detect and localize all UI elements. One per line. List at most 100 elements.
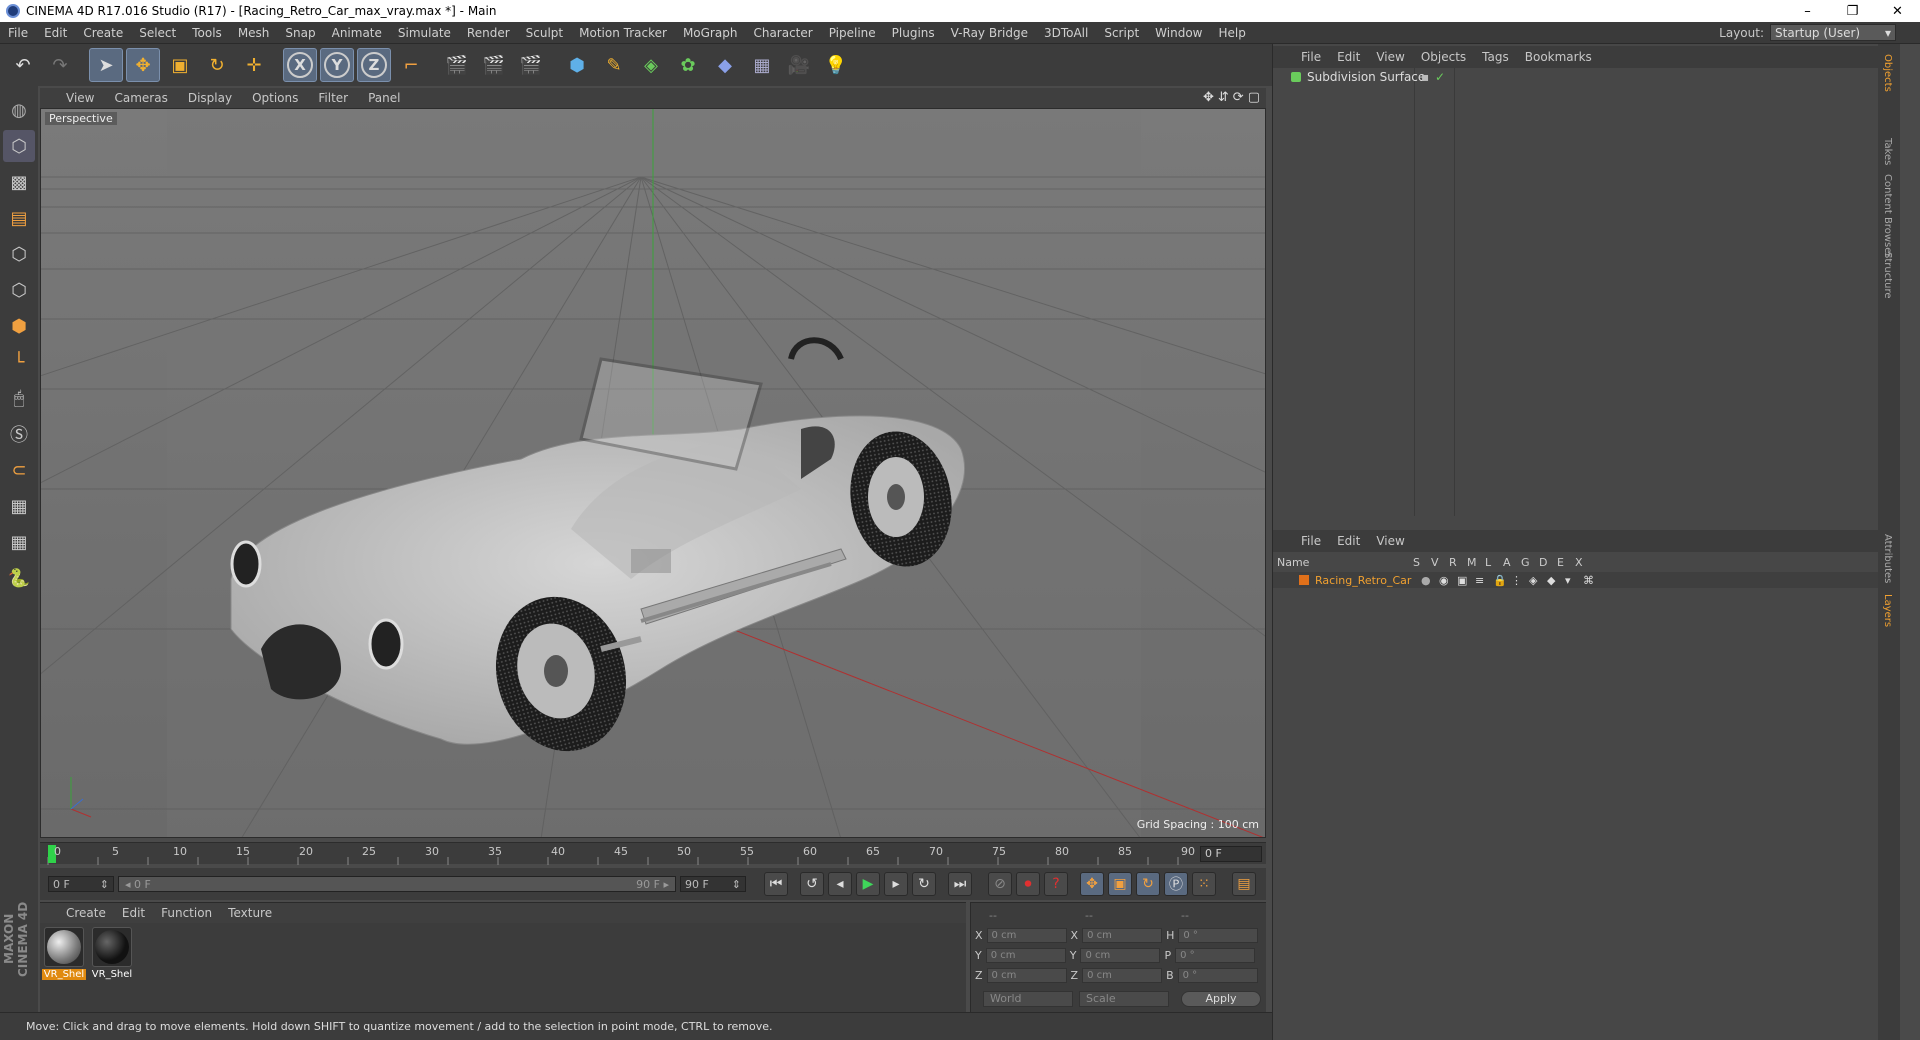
goto-start-button[interactable]: ⏮	[764, 872, 788, 896]
toggle-view-icon[interactable]: ▢	[1248, 90, 1260, 105]
tab-attributes[interactable]: Attributes	[1882, 534, 1893, 583]
tab-content-browser[interactable]: Content Browser	[1882, 174, 1893, 257]
y-axis-lock-button[interactable]: Y	[320, 48, 354, 82]
objects-menu-view[interactable]: View	[1368, 50, 1412, 64]
python-button[interactable]: 🐍	[3, 562, 35, 594]
pos-z-field[interactable]: 0 cm	[986, 967, 1067, 983]
menu-character[interactable]: Character	[745, 26, 820, 40]
restore-button[interactable]: ❐	[1830, 0, 1875, 22]
layers-menu-edit[interactable]: Edit	[1329, 534, 1368, 548]
autokey-button[interactable]: ?	[1044, 872, 1068, 896]
expression-icon[interactable]: ▾	[1565, 574, 1583, 587]
layers-menu-view[interactable]: View	[1368, 534, 1412, 548]
live-selection-button[interactable]: ➤	[89, 48, 123, 82]
viewport-menu-panel[interactable]: Panel	[358, 91, 410, 105]
viewport-menu-view[interactable]: View	[56, 91, 104, 105]
menu-mograph[interactable]: MoGraph	[675, 26, 746, 40]
layer-row-racing-retro-car[interactable]: Racing_Retro_Car ● ◉ ▣ ≡ 🔒 ⋮ ◈ ◆ ▾ ⌘	[1273, 572, 1899, 588]
menu-edit[interactable]: Edit	[36, 26, 75, 40]
prev-key-button[interactable]: ↺	[800, 872, 824, 896]
next-frame-button[interactable]: ▸	[884, 872, 908, 896]
deformer-icon[interactable]: ◆	[1547, 574, 1565, 587]
rot-p-field[interactable]: 0 °	[1175, 947, 1256, 963]
make-editable-button[interactable]: ◍	[3, 94, 35, 126]
menu-mesh[interactable]: Mesh	[230, 26, 278, 40]
goto-end-button[interactable]: ⏭	[948, 872, 972, 896]
add-floor-button[interactable]: ▦	[745, 48, 779, 82]
model-mode-button[interactable]: ⬡	[3, 130, 35, 162]
start-frame-field[interactable]: 0 F ⇕	[48, 876, 114, 892]
menu-select[interactable]: Select	[131, 26, 184, 40]
scale-tool-button[interactable]: ▣	[163, 48, 197, 82]
material-item[interactable]: VR_Shel	[41, 927, 87, 980]
visibility-dots-icon[interactable]: ▪	[1421, 70, 1429, 84]
tab-layers[interactable]: Layers	[1882, 594, 1893, 627]
pan-view-icon[interactable]: ✥	[1203, 90, 1214, 105]
objects-menu-bookmarks[interactable]: Bookmarks	[1517, 50, 1600, 64]
edges-mode-button[interactable]: ⬡	[3, 274, 35, 306]
polygons-mode-button[interactable]: ⬢	[3, 310, 35, 342]
camera-label[interactable]: Perspective	[45, 112, 117, 125]
tab-takes[interactable]: Takes	[1882, 138, 1893, 165]
solo-dot-icon[interactable]: ●	[1421, 574, 1439, 587]
magnet-button[interactable]: ⊂	[3, 454, 35, 486]
prev-frame-button[interactable]: ◂	[828, 872, 852, 896]
timeline-button[interactable]: ▤	[1232, 872, 1256, 896]
undo-button[interactable]: ↶	[6, 48, 40, 82]
add-cube-button[interactable]: ⬢	[560, 48, 594, 82]
rot-b-field[interactable]: 0 °	[1177, 967, 1258, 983]
object-row-subdivision-surface[interactable]: Subdivision Surface ▪ ✓	[1275, 68, 1901, 86]
menu-snap[interactable]: Snap	[277, 26, 323, 40]
snap-button[interactable]: Ⓢ	[3, 418, 35, 450]
material-menu-create[interactable]: Create	[58, 906, 114, 920]
lock-workplane-button[interactable]: ▦	[3, 490, 35, 522]
menu-pipeline[interactable]: Pipeline	[821, 26, 884, 40]
objects-menu-file[interactable]: File	[1293, 50, 1329, 64]
render-view-button[interactable]: 🎬	[440, 48, 474, 82]
planar-workplane-button[interactable]: ▦	[3, 526, 35, 558]
tab-structure[interactable]: Structure	[1882, 252, 1893, 299]
pos-x-field[interactable]: 0 cm	[986, 927, 1067, 943]
close-button[interactable]: ✕	[1875, 0, 1920, 22]
material-item[interactable]: VR_Shel	[90, 927, 134, 980]
rot-h-field[interactable]: 0 °	[1178, 927, 1259, 943]
redo-button[interactable]: ↷	[43, 48, 77, 82]
key-position-button[interactable]: ✥	[1080, 872, 1104, 896]
add-mograph-button[interactable]: ✿	[671, 48, 705, 82]
viewport-menu-display[interactable]: Display	[178, 91, 242, 105]
end-frame-field[interactable]: 90 F ⇕	[680, 876, 746, 892]
menu-help[interactable]: Help	[1210, 26, 1253, 40]
timeline-ruler[interactable]: 0 5 10 15 20 25 30 35 40 45 50 55 60 65 …	[40, 842, 1266, 865]
rotate-tool-button[interactable]: ↻	[200, 48, 234, 82]
coordinate-space-dropdown[interactable]: World	[983, 991, 1073, 1007]
lock-icon[interactable]: 🔒	[1493, 574, 1511, 587]
tab-objects[interactable]: Objects	[1882, 54, 1893, 92]
pos-y-field[interactable]: 0 cm	[985, 947, 1066, 963]
play-button[interactable]: ▶	[856, 872, 880, 896]
frame-range-slider[interactable]: ◂ 0 F 90 F ▸	[118, 876, 676, 892]
last-tool-button[interactable]: ✛	[237, 48, 271, 82]
layout-dropdown[interactable]: Startup (User) ▾	[1770, 24, 1896, 41]
menu-motion-tracker[interactable]: Motion Tracker	[571, 26, 675, 40]
coordinate-system-button[interactable]: ⌐	[394, 48, 428, 82]
rotate-view-icon[interactable]: ⟳	[1233, 90, 1244, 105]
apply-button[interactable]: Apply	[1181, 991, 1261, 1007]
menu-simulate[interactable]: Simulate	[390, 26, 459, 40]
material-menu-texture[interactable]: Texture	[220, 906, 280, 920]
render-picture-viewer-button[interactable]: 🎬	[477, 48, 511, 82]
layer-color-swatch[interactable]	[1299, 575, 1309, 585]
minimize-button[interactable]: –	[1785, 0, 1830, 22]
xref-icon[interactable]: ⌘	[1583, 574, 1601, 587]
add-subdivision-button[interactable]: ◈	[634, 48, 668, 82]
key-scale-button[interactable]: ▣	[1108, 872, 1132, 896]
manager-icon[interactable]: ≡	[1475, 574, 1493, 587]
menu-vray-bridge[interactable]: V-Ray Bridge	[943, 26, 1036, 40]
key-rotation-button[interactable]: ↻	[1136, 872, 1160, 896]
layers-menu-file[interactable]: File	[1293, 534, 1329, 548]
record-button[interactable]: ⏺	[1016, 872, 1040, 896]
key-parameter-button[interactable]: Ⓟ	[1164, 872, 1188, 896]
add-deformer-button[interactable]: ◆	[708, 48, 742, 82]
eye-icon[interactable]: ◉	[1439, 574, 1457, 587]
render-settings-button[interactable]: 🎬	[514, 48, 548, 82]
tweak-mode-button[interactable]: 🖱	[3, 382, 35, 414]
